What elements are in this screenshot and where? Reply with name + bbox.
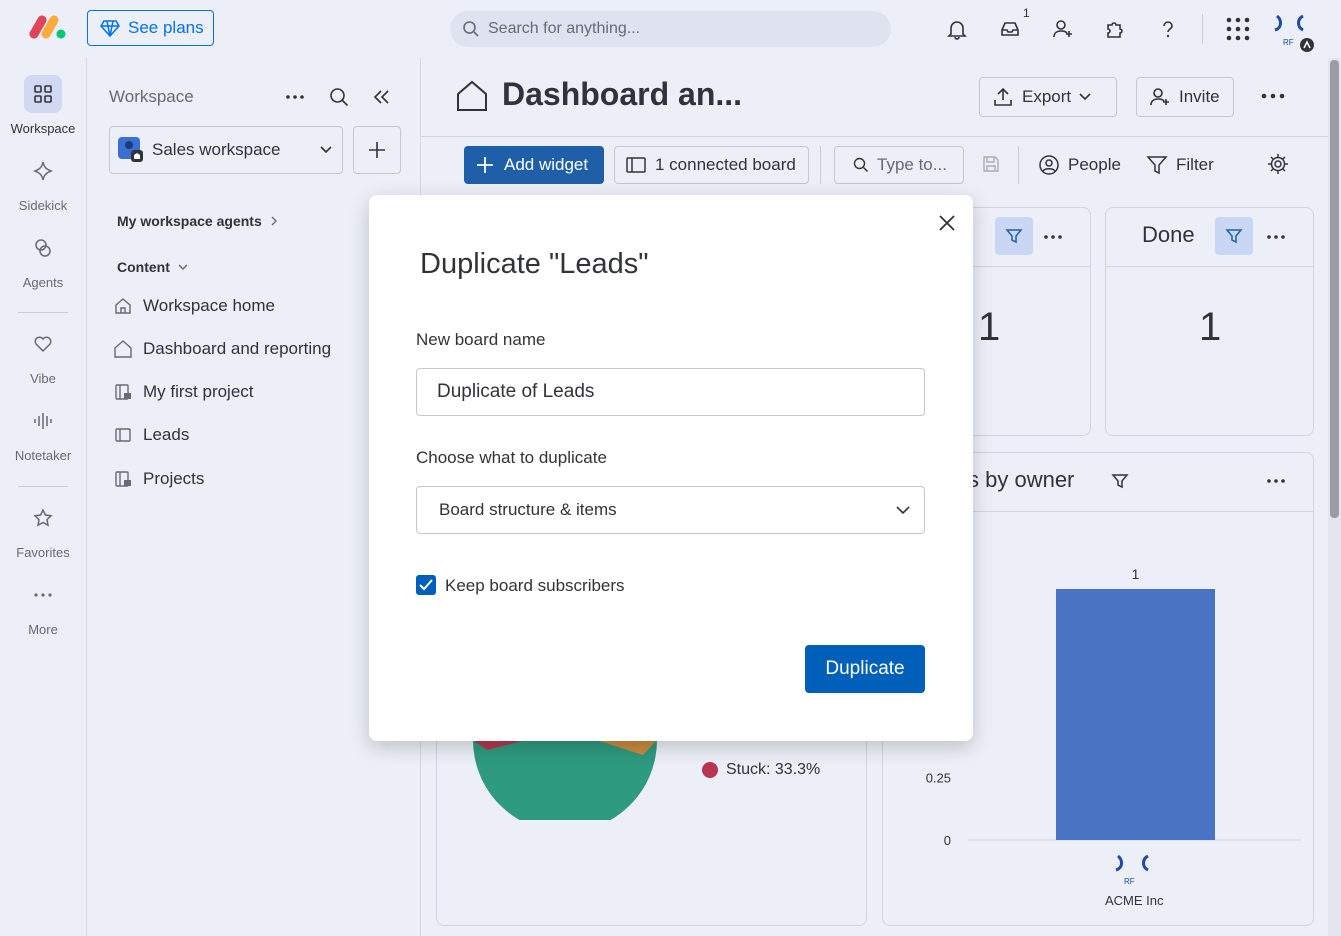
keep-subscribers-label[interactable]: Keep board subscribers xyxy=(445,576,625,596)
checkmark-icon xyxy=(419,579,433,591)
dialog-title: Duplicate "Leads" xyxy=(420,248,649,280)
duplicate-option-value: Board structure & items xyxy=(439,500,617,519)
duplicate-option-select[interactable]: Board structure & items xyxy=(416,486,925,534)
duplicate-button[interactable]: Duplicate xyxy=(805,645,925,693)
board-name-label: New board name xyxy=(416,330,546,349)
chevron-down-icon xyxy=(896,505,910,515)
duplicate-option-label: Choose what to duplicate xyxy=(416,448,607,467)
close-icon[interactable] xyxy=(934,210,960,236)
board-name-input[interactable]: Duplicate of Leads xyxy=(416,368,925,416)
keep-subscribers-checkbox[interactable] xyxy=(416,575,436,595)
board-name-value: Duplicate of Leads xyxy=(437,381,595,402)
